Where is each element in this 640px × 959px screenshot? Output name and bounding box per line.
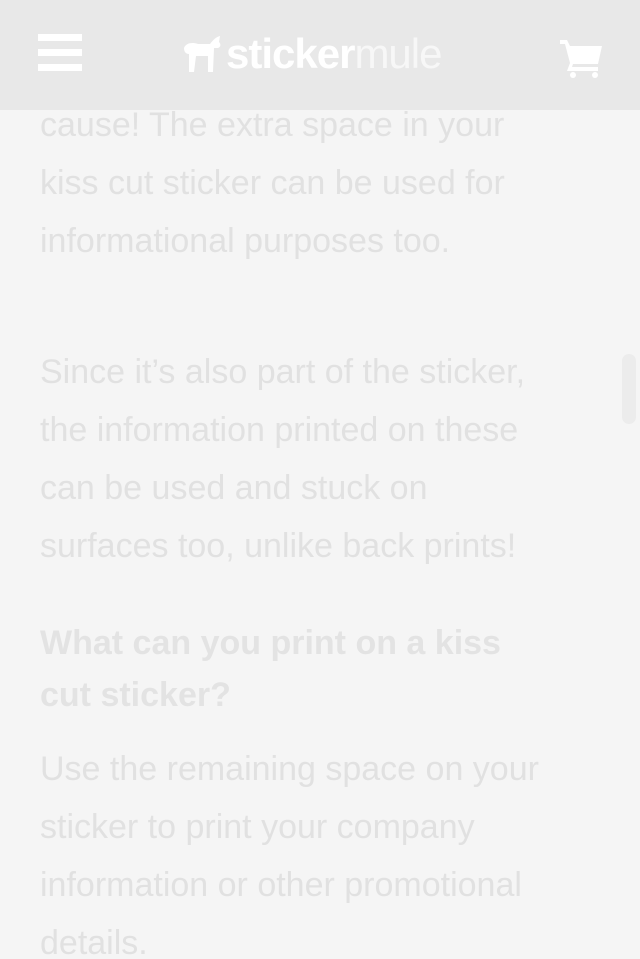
paragraph-1: cause! The extra space in your kiss cut … (40, 96, 600, 270)
paragraph-1-line: kiss cut sticker can be used for (40, 164, 505, 202)
heading-line: cut sticker? (40, 676, 231, 714)
logo-word-sticker: sticker (226, 30, 355, 77)
paragraph-2-line: surfaces too, unlike back prints! (40, 527, 517, 565)
scrollbar-thumb[interactable] (622, 354, 636, 424)
page: sticker mule cause! The extra space in yo… (0, 0, 640, 959)
hamburger-menu-icon[interactable] (38, 34, 82, 72)
heading-line: What can you print on a kiss (40, 624, 501, 662)
section-heading: What can you print on a kiss cut sticker… (40, 617, 600, 721)
stickermule-logo[interactable]: sticker mule (180, 28, 442, 80)
shopping-cart-icon[interactable] (558, 36, 604, 78)
logo-word-mule: mule (354, 30, 442, 77)
paragraph-3-line: sticker to print your company (40, 808, 475, 846)
paragraph-3: Use the remaining space on your sticker … (40, 740, 600, 959)
paragraph-3-line: Use the remaining space on your (40, 750, 539, 788)
paragraph-2: Since it’s also part of the sticker, the… (40, 343, 600, 575)
paragraph-2-line: Since it’s also part of the sticker, (40, 353, 526, 391)
paragraph-3-line: details. (40, 924, 148, 959)
paragraph-3-line: information or other promotional (40, 866, 522, 904)
mule-logo-icon (184, 36, 221, 72)
paragraph-1-line: informational purposes too. (40, 222, 451, 260)
paragraph-2-line: the information printed on these (40, 411, 519, 449)
paragraph-1-line: cause! The extra space in your (40, 106, 505, 144)
site-header: sticker mule (0, 0, 640, 110)
paragraph-2-line: can be used and stuck on (40, 469, 428, 507)
